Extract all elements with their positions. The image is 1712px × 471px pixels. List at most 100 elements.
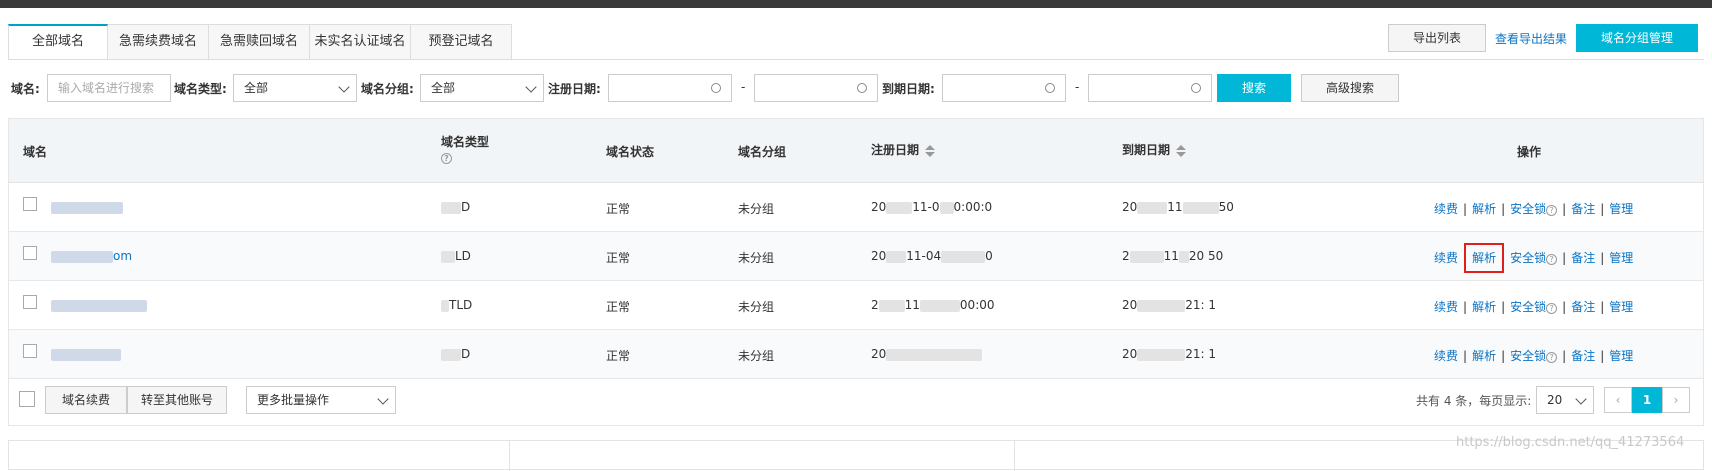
note-link[interactable]: 备注 xyxy=(1571,251,1595,265)
row-actions: 续费 | 解析 | 安全锁? | 备注 | 管理 xyxy=(1434,243,1634,273)
table-row: TLD 正常 未分组 2 11 00:00 20 21: 1 续费 | 解析 | 安全锁? | 备… xyxy=(9,281,1703,330)
col-reg-date[interactable]: 注册日期 xyxy=(871,141,936,158)
renew-link[interactable]: 续费 xyxy=(1434,251,1458,265)
clock-icon xyxy=(711,83,721,93)
domain-link[interactable] xyxy=(51,200,123,214)
help-icon[interactable]: ? xyxy=(441,153,452,164)
domain-link[interactable] xyxy=(51,347,121,361)
tab-unverified[interactable]: 未实名认证域名 xyxy=(310,24,411,60)
resolve-link[interactable]: 解析 xyxy=(1472,349,1496,363)
manage-link[interactable]: 管理 xyxy=(1609,202,1633,216)
sort-icon[interactable] xyxy=(1176,144,1187,157)
col-domain: 域名 xyxy=(23,145,48,159)
resolve-link[interactable]: 解析 xyxy=(1472,300,1496,314)
batch-actions-select[interactable]: 更多批量操作 xyxy=(246,386,396,414)
reg-date-end-input[interactable] xyxy=(754,74,878,102)
select-all-checkbox[interactable] xyxy=(19,391,35,407)
page-size-select[interactable]: 20 xyxy=(1536,386,1594,414)
help-icon[interactable]: ? xyxy=(1546,254,1558,265)
col-group: 域名分组 xyxy=(738,145,787,159)
current-page-button[interactable]: 1 xyxy=(1632,387,1662,413)
prev-page-button[interactable]: ‹ xyxy=(1604,387,1632,413)
transfer-account-button[interactable]: 转至其他账号 xyxy=(127,386,227,414)
col-status: 域名状态 xyxy=(606,145,655,159)
col-ops: 操作 xyxy=(1517,145,1542,159)
search-button[interactable]: 搜索 xyxy=(1217,74,1291,102)
panel-divider xyxy=(509,441,510,471)
renew-link[interactable]: 续费 xyxy=(1434,300,1458,314)
tab-redeem-urgent[interactable]: 急需赎回域名 xyxy=(209,24,310,60)
exp-range-sep: - xyxy=(1075,80,1080,94)
manage-link[interactable]: 管理 xyxy=(1609,251,1633,265)
group-manage-button[interactable]: 域名分组管理 xyxy=(1576,24,1698,52)
table-header: 域名 域名类型? 域名状态 域名分组 注册日期 到期日期 操作 xyxy=(9,119,1703,183)
exp-date: 20 11 50 xyxy=(1122,200,1234,214)
lock-link[interactable]: 安全锁 xyxy=(1510,300,1546,314)
col-type-label: 域名类型 xyxy=(441,135,490,149)
row-checkbox[interactable] xyxy=(23,295,37,309)
col-type: 域名类型? xyxy=(441,133,489,164)
row-checkbox[interactable] xyxy=(23,246,37,260)
export-list-button[interactable]: 导出列表 xyxy=(1388,24,1486,52)
chevron-down-icon xyxy=(377,393,389,405)
domain-link[interactable]: om xyxy=(51,249,132,263)
advanced-search-button[interactable]: 高级搜索 xyxy=(1301,74,1399,102)
renew-link[interactable]: 续费 xyxy=(1434,349,1458,363)
tab-preregistered[interactable]: 预登记域名 xyxy=(411,24,512,60)
batch-renew-button[interactable]: 域名续费 xyxy=(45,386,127,414)
domain-group: 未分组 xyxy=(738,202,775,216)
manage-link[interactable]: 管理 xyxy=(1609,300,1633,314)
note-link[interactable]: 备注 xyxy=(1571,300,1595,314)
next-page-button[interactable]: › xyxy=(1662,387,1690,413)
clock-icon xyxy=(1191,83,1201,93)
group-select[interactable]: 全部 xyxy=(420,74,544,102)
reg-date-label: 注册日期: xyxy=(548,82,601,96)
renew-link[interactable]: 续费 xyxy=(1434,202,1458,216)
domain-status: 正常 xyxy=(606,300,631,314)
row-checkbox[interactable] xyxy=(23,344,37,358)
row-checkbox[interactable] xyxy=(23,197,37,211)
panel-divider xyxy=(1014,441,1015,471)
resolve-link-highlighted[interactable]: 解析 xyxy=(1464,243,1505,273)
domain-status: 正常 xyxy=(606,202,631,216)
batch-actions-value: 更多批量操作 xyxy=(257,393,330,407)
type-select-value: 全部 xyxy=(244,81,269,95)
reg-date: 20 xyxy=(871,347,983,361)
help-icon[interactable]: ? xyxy=(1546,352,1558,363)
exp-date-end-input[interactable] xyxy=(1088,74,1212,102)
group-filter-label: 域名分组: xyxy=(361,82,414,96)
exp-date: 2 11 20 50 xyxy=(1122,249,1224,263)
lock-link[interactable]: 安全锁 xyxy=(1510,349,1546,363)
note-link[interactable]: 备注 xyxy=(1571,349,1595,363)
reg-date: 2 11 00:00 xyxy=(871,298,995,312)
lock-link[interactable]: 安全锁 xyxy=(1510,251,1546,265)
domain-link[interactable] xyxy=(51,298,147,312)
manage-link[interactable]: 管理 xyxy=(1609,349,1633,363)
note-link[interactable]: 备注 xyxy=(1571,202,1595,216)
col-exp-date[interactable]: 到期日期 xyxy=(1122,141,1187,158)
type-select[interactable]: 全部 xyxy=(233,74,357,102)
tab-renew-urgent[interactable]: 急需续费域名 xyxy=(108,24,209,60)
sort-icon[interactable] xyxy=(925,144,936,157)
bottom-panel xyxy=(8,440,1704,471)
view-export-link[interactable]: 查看导出结果 xyxy=(1495,30,1567,47)
resolve-link[interactable]: 解析 xyxy=(1472,202,1496,216)
chevron-down-icon xyxy=(338,81,350,93)
exp-date: 20 21: 1 xyxy=(1122,298,1217,312)
lock-link[interactable]: 安全锁 xyxy=(1510,202,1546,216)
row-actions: 续费 | 解析 | 安全锁? | 备注 | 管理 xyxy=(1434,202,1634,216)
domain-tabs: 全部域名 急需续费域名 急需赎回域名 未实名认证域名 预登记域名 xyxy=(8,24,512,60)
col-reg-date-label: 注册日期 xyxy=(871,143,920,157)
domain-search-input[interactable]: 输入域名进行搜索 xyxy=(47,74,171,102)
tab-all-domains[interactable]: 全部域名 xyxy=(8,24,108,60)
total-count-text: 共有 4 条，每页显示: xyxy=(1416,394,1532,408)
help-icon[interactable]: ? xyxy=(1546,205,1558,216)
help-icon[interactable]: ? xyxy=(1546,303,1558,314)
table-footer: 域名续费 转至其他账号 更多批量操作 共有 4 条，每页显示: 20 ‹ 1 › xyxy=(9,377,1703,425)
clock-icon xyxy=(1045,83,1055,93)
reg-date-start-input[interactable] xyxy=(608,74,732,102)
row-actions: 续费 | 解析 | 安全锁? | 备注 | 管理 xyxy=(1434,349,1634,363)
exp-date: 20 21: 1 xyxy=(1122,347,1217,361)
domain-filter-label: 域名: xyxy=(11,82,40,96)
exp-date-start-input[interactable] xyxy=(942,74,1066,102)
